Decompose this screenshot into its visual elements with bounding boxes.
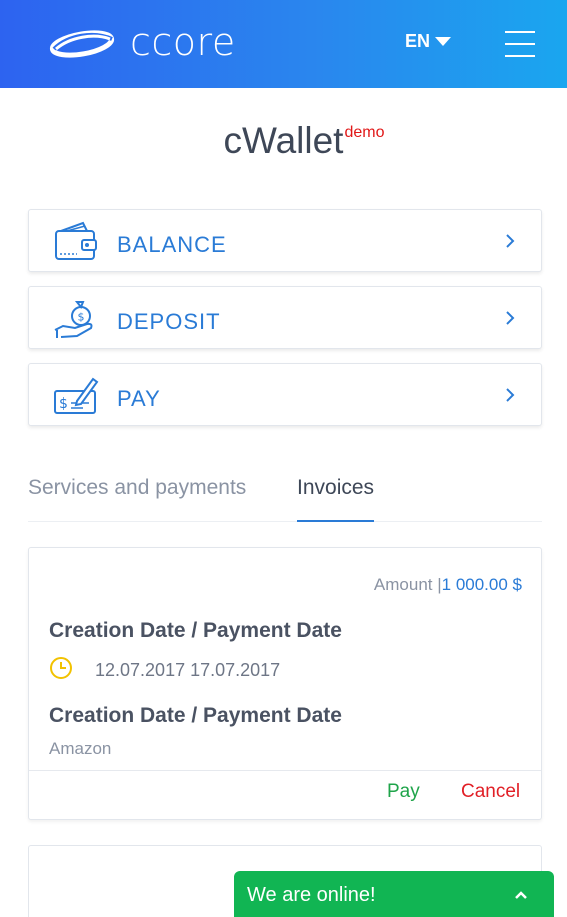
invoice-card: Amount |1 000.00 $ Creation Date / Payme… <box>28 547 542 820</box>
chevron-right-icon <box>506 388 515 402</box>
invoice-cancel-button[interactable]: Cancel <box>461 781 520 803</box>
balance-label: BALANCE <box>117 232 227 257</box>
invoice-dates: 12.07.2017 17.07.2017 <box>49 654 280 681</box>
clock-icon <box>50 656 72 679</box>
top-header: ccore EN <box>0 0 567 88</box>
pay-label: PAY <box>117 386 161 411</box>
logo-swoosh-icon <box>49 30 115 58</box>
amount-label: Amount | <box>373 575 442 594</box>
chevron-up-icon <box>515 891 527 899</box>
merchant-name: Amazon <box>49 739 112 758</box>
language-selector[interactable]: EN <box>405 31 452 52</box>
caret-down-icon <box>435 37 452 46</box>
card-divider <box>29 770 541 771</box>
language-label: EN <box>405 31 431 51</box>
chat-label: We are online! <box>247 884 376 906</box>
pay-card[interactable]: $ PAY <box>28 363 542 426</box>
ccore-logo[interactable]: ccore <box>48 20 236 64</box>
invoice-pay-button[interactable]: Pay <box>387 781 420 803</box>
wallet-icon <box>55 221 97 260</box>
demo-badge: demo <box>344 124 385 141</box>
chevron-right-icon <box>506 234 515 248</box>
deposit-label: DEPOSIT <box>117 309 221 334</box>
logo-text: ccore <box>130 20 236 64</box>
hamburger-menu-icon[interactable] <box>505 30 535 58</box>
money-bag-hand-icon: $ <box>54 301 93 338</box>
svg-text:$: $ <box>59 396 68 412</box>
amount-value: 1 000.00 $ <box>441 575 522 594</box>
chevron-right-icon <box>506 311 515 325</box>
tab-invoices[interactable]: Invoices <box>297 476 375 522</box>
live-chat-widget[interactable]: We are online! <box>234 871 554 917</box>
balance-card[interactable]: BALANCE <box>28 209 542 272</box>
deposit-card[interactable]: $ DEPOSIT <box>28 286 542 349</box>
tab-services-and-payments[interactable]: Services and payments <box>28 476 246 522</box>
dates-heading: Creation Date / Payment Date <box>49 619 342 642</box>
check-pen-icon: $ <box>54 377 99 414</box>
page-title-text: cWallet <box>223 120 344 161</box>
page-title: cWallet demo <box>223 120 385 162</box>
svg-text:$: $ <box>78 311 85 324</box>
invoice-amount: Amount |1 000.00 $ <box>374 575 522 595</box>
title-area: cWallet demo <box>0 120 567 162</box>
dates-value: 12.07.2017 17.07.2017 <box>95 660 281 680</box>
merchant-heading: Creation Date / Payment Date <box>49 704 342 727</box>
tab-bar: Services and payments Invoices <box>28 476 542 522</box>
